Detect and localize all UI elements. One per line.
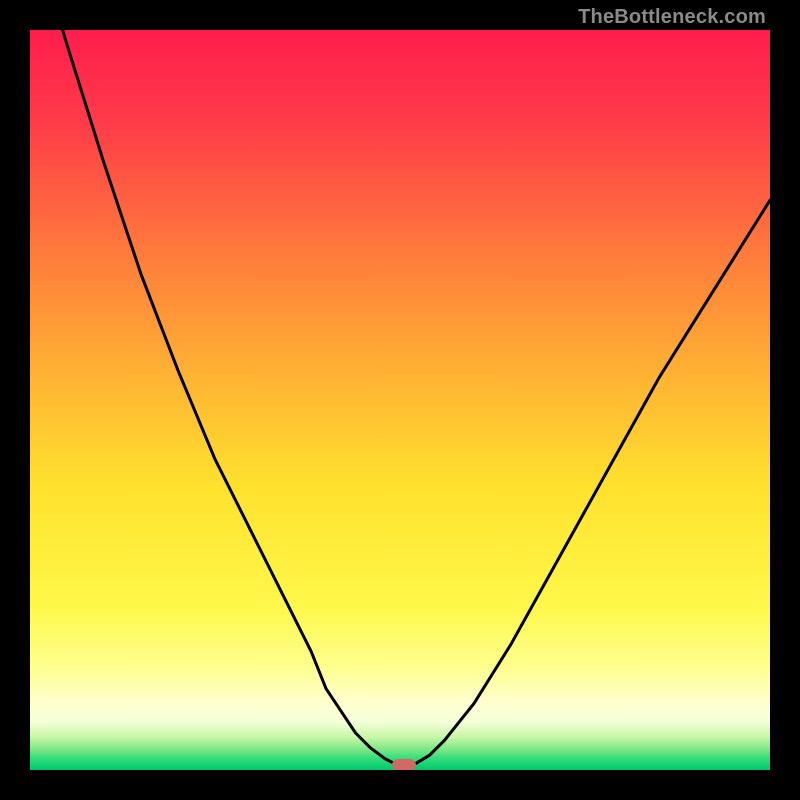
- curve-svg: [30, 30, 770, 770]
- minimum-marker: [392, 759, 416, 770]
- watermark-text: TheBottleneck.com: [578, 6, 766, 29]
- bottleneck-curve-path: [30, 30, 770, 766]
- plot-area: [30, 30, 770, 770]
- chart-frame: TheBottleneck.com: [0, 0, 800, 800]
